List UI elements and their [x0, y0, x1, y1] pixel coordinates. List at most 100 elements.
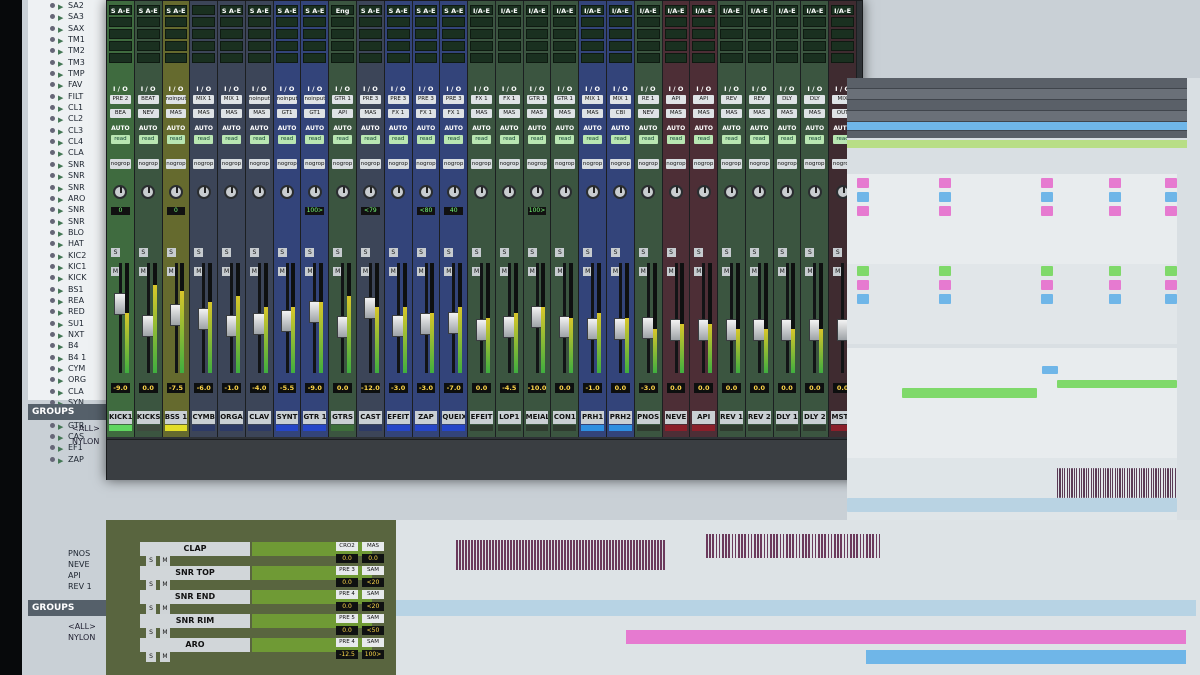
- region-clip[interactable]: [1167, 468, 1169, 498]
- solo-button[interactable]: S: [146, 580, 156, 590]
- track-name[interactable]: CON1: [553, 411, 577, 424]
- insert-slot[interactable]: [553, 29, 577, 39]
- track-name[interactable]: BSS 1: [164, 411, 188, 424]
- region-clip[interactable]: [1071, 468, 1073, 498]
- group-selector[interactable]: nogrop: [332, 159, 353, 169]
- output-selector[interactable]: MAS: [193, 109, 215, 118]
- automation-mode-button[interactable]: read: [111, 135, 130, 144]
- input-selector[interactable]: DLY: [776, 95, 798, 104]
- input-selector[interactable]: PRE 3: [387, 95, 409, 104]
- insert-slot[interactable]: [331, 17, 354, 27]
- region-clip[interactable]: [1162, 468, 1164, 498]
- track-name[interactable]: REV 1: [720, 411, 743, 424]
- pan-knob[interactable]: [668, 185, 683, 199]
- insert-slot[interactable]: [497, 53, 521, 63]
- region-clip[interactable]: [1041, 280, 1053, 290]
- region-clip[interactable]: [1109, 294, 1121, 304]
- track-name[interactable]: QUEIX: [442, 411, 466, 424]
- insert-slot[interactable]: [247, 41, 271, 51]
- region-clip[interactable]: [1083, 468, 1085, 498]
- region-clip[interactable]: [1073, 468, 1075, 498]
- solo-button[interactable]: S: [777, 248, 787, 257]
- automation-mode-button[interactable]: read: [777, 135, 797, 144]
- insert-slot[interactable]: [442, 53, 466, 63]
- insert-slot[interactable]: [720, 17, 743, 27]
- output-selector[interactable]: MAS: [498, 109, 520, 118]
- mute-button[interactable]: M: [160, 556, 170, 566]
- region-clip[interactable]: [1153, 468, 1155, 498]
- group-selector[interactable]: nogrop: [360, 159, 381, 169]
- track-name[interactable]: CYMB: [192, 411, 216, 424]
- region-clip[interactable]: [857, 206, 869, 216]
- output-selector[interactable]: MAS: [248, 109, 270, 118]
- pan-knob[interactable]: [780, 185, 795, 199]
- region-clip[interactable]: [1117, 468, 1119, 498]
- region-clip[interactable]: [1121, 468, 1123, 498]
- insert-slot[interactable]: [636, 17, 660, 27]
- region-clip[interactable]: [1057, 380, 1177, 388]
- input-selector[interactable]: DLY: [804, 95, 826, 104]
- output-selector[interactable]: SAM: [362, 614, 384, 623]
- input-selector[interactable]: PRE 3: [360, 95, 381, 104]
- track-name[interactable]: LOP1: [497, 411, 521, 424]
- region-clip[interactable]: [1157, 468, 1159, 498]
- insert-slot[interactable]: [525, 17, 549, 27]
- group-selector[interactable]: nogrop: [582, 159, 603, 169]
- solo-button[interactable]: S: [194, 248, 204, 257]
- output-selector[interactable]: FX 1: [443, 109, 465, 118]
- automation-mode-button[interactable]: read: [611, 135, 630, 144]
- insert-slot[interactable]: [692, 17, 716, 27]
- output-selector[interactable]: MAS: [360, 109, 381, 118]
- mute-button[interactable]: M: [160, 628, 170, 638]
- region-clip[interactable]: [1107, 468, 1109, 498]
- group-selector[interactable]: nogrop: [526, 159, 548, 169]
- insert-slot[interactable]: [386, 53, 410, 63]
- region-clip[interactable]: [1041, 178, 1053, 188]
- region-clip[interactable]: [1131, 468, 1133, 498]
- region-clip[interactable]: [1109, 206, 1121, 216]
- group-selector[interactable]: nogrop: [137, 159, 159, 169]
- region-clip[interactable]: [1109, 192, 1121, 202]
- insert-slot[interactable]: [386, 17, 410, 27]
- automation-mode-button[interactable]: read: [305, 135, 325, 144]
- solo-button[interactable]: S: [416, 248, 426, 257]
- output-selector[interactable]: MAS: [665, 109, 687, 118]
- insert-slot[interactable]: [192, 29, 216, 39]
- mute-button[interactable]: M: [160, 604, 170, 614]
- group-item-all[interactable]: <ALL>: [72, 424, 100, 433]
- output-selector[interactable]: MAS: [221, 109, 242, 118]
- group-selector[interactable]: nogrop: [387, 159, 409, 169]
- insert-slot[interactable]: [109, 53, 132, 63]
- pan-knob[interactable]: [391, 185, 406, 199]
- pan-knob[interactable]: [113, 185, 128, 199]
- insert-slot[interactable]: [692, 29, 716, 39]
- output-selector[interactable]: MAS: [471, 109, 492, 118]
- output-selector[interactable]: MAS: [804, 109, 826, 118]
- solo-button[interactable]: S: [111, 248, 120, 257]
- region-clip[interactable]: [857, 178, 869, 188]
- insert-slot[interactable]: [747, 17, 771, 27]
- insert-slot[interactable]: [664, 29, 688, 39]
- track-name[interactable]: PRH1: [581, 411, 604, 424]
- automation-mode-button[interactable]: read: [333, 135, 352, 144]
- insert-slot[interactable]: [609, 53, 632, 63]
- output-selector[interactable]: MAS: [776, 109, 798, 118]
- input-selector[interactable]: MIX 1: [610, 95, 631, 104]
- insert-slot[interactable]: [525, 29, 549, 39]
- solo-button[interactable]: S: [527, 248, 537, 257]
- track-name[interactable]: ZAP: [414, 411, 438, 424]
- insert-slot[interactable]: [192, 53, 216, 63]
- region-clip[interactable]: [939, 294, 951, 304]
- insert-slot[interactable]: [136, 41, 160, 51]
- insert-slot[interactable]: [692, 53, 716, 63]
- insert-slot[interactable]: [136, 53, 160, 63]
- input-selector[interactable]: PRE 5: [336, 614, 358, 623]
- pan-knob[interactable]: [724, 185, 739, 199]
- region-clip[interactable]: [1165, 206, 1177, 216]
- insert-slot[interactable]: [275, 29, 299, 39]
- region-clip[interactable]: [1109, 266, 1121, 276]
- group-item-nylon[interactable]: NYLON: [72, 437, 99, 446]
- insert-slot[interactable]: [331, 41, 354, 51]
- region-clip[interactable]: [1061, 468, 1063, 498]
- track-name[interactable]: SNR END: [140, 590, 250, 604]
